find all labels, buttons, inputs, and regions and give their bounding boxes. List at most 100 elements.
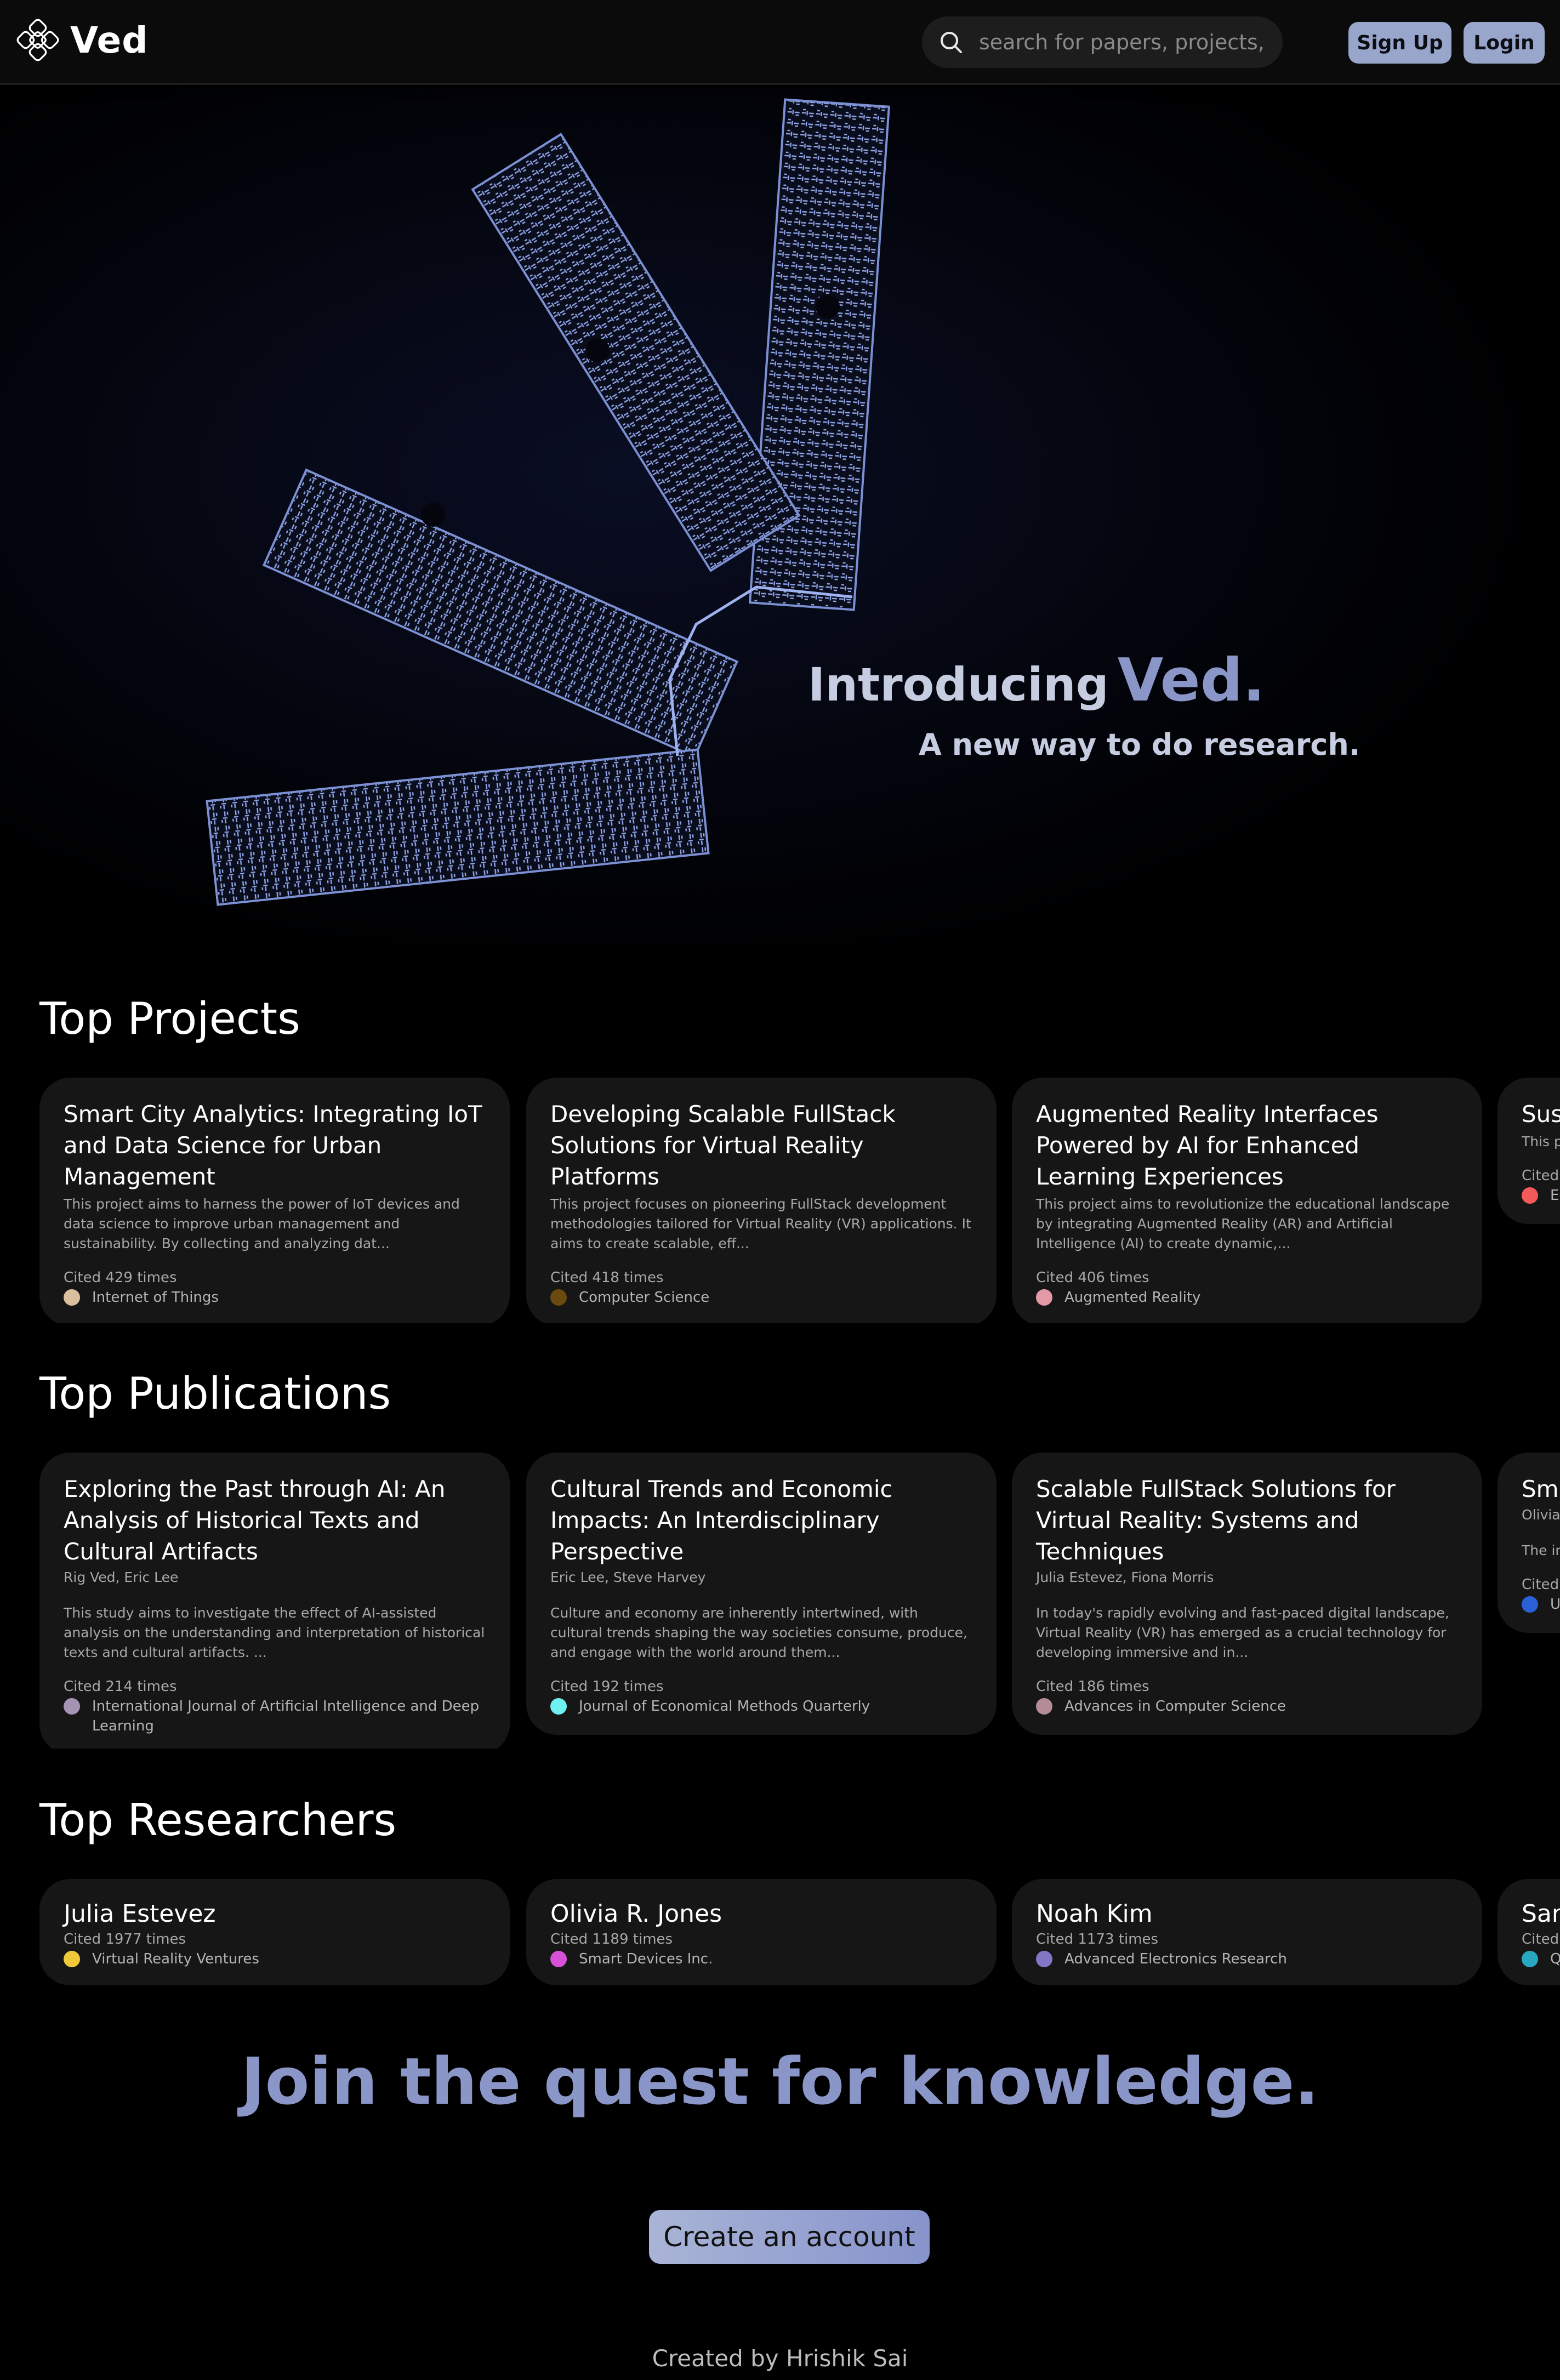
researcher-name: Julia Estevez [64, 1900, 216, 1928]
search-input[interactable] [979, 30, 1264, 54]
publication-card[interactable]: Sma Pow Sus Olivia The in use of wealth … [1498, 1453, 1560, 1633]
publications-carousel[interactable]: Exploring the Past through AI: An Analys… [39, 1453, 1560, 1749]
topic-label: Augmented Reality [1064, 1289, 1201, 1306]
publication-journal: International Journal of Artificial Inte… [64, 1696, 486, 1736]
hero-section: Introducing Ved. A new way to do research… [0, 87, 1560, 942]
topic-color-dot [64, 1289, 80, 1306]
researcher-citations: Cited 1189 times [550, 1931, 673, 1948]
project-citations: Cited [1522, 1168, 1559, 1184]
project-card[interactable]: Smart City Analytics: Integrating IoT an… [39, 1078, 510, 1323]
publication-title: Exploring the Past through AI: An Analys… [64, 1476, 446, 1565]
topic-label: Ec [1550, 1187, 1560, 1204]
project-title: Smart City Analytics: Integrating IoT an… [64, 1101, 482, 1190]
topic-color-dot [1036, 1289, 1052, 1306]
publication-citations: Cited 186 times [1036, 1678, 1149, 1695]
affiliation-color-dot [1036, 1951, 1052, 1967]
publication-title: Sma Pow Sus [1522, 1476, 1560, 1502]
topic-color-dot [550, 1289, 567, 1306]
brand-name: Ved [70, 19, 149, 61]
sign-up-button[interactable]: Sign Up [1348, 22, 1451, 64]
affiliation-color-dot [64, 1951, 80, 1967]
publication-abstract: The in use of wealth [1522, 1542, 1560, 1558]
affiliation-color-dot [550, 1951, 567, 1967]
researcher-card[interactable]: Noah Kim Cited 1173 times Advanced Elect… [1012, 1879, 1482, 1985]
hero-subtitle: A new way to do research. [919, 727, 1360, 762]
project-topic: Ec [1522, 1186, 1560, 1205]
project-card[interactable]: Developing Scalable FullStack Solutions … [526, 1078, 997, 1323]
top-projects-heading: Top Projects [39, 993, 300, 1044]
publication-authors: Eric Lee, Steve Harvey [550, 1569, 706, 1585]
researcher-citations: Cited 1977 times [64, 1931, 186, 1948]
publication-authors: Rig Ved, Eric Lee [64, 1569, 179, 1585]
researcher-affiliation: Advanced Electronics Research [1036, 1949, 1458, 1969]
projects-carousel[interactable]: Smart City Analytics: Integrating IoT an… [39, 1078, 1560, 1323]
publication-abstract: This study aims to investigate the effec… [64, 1605, 485, 1660]
affiliation-label: Smart Devices Inc. [579, 1951, 713, 1967]
project-description: This project aims to revolutionize the e… [1036, 1196, 1450, 1251]
publication-authors: Julia Estevez, Fiona Morris [1036, 1569, 1214, 1585]
affiliation-label: Q [1550, 1951, 1560, 1967]
search-bar[interactable] [922, 16, 1283, 68]
journal-label: Journal of Economical Methods Quarterly [579, 1698, 870, 1715]
researcher-affiliation: Virtual Reality Ventures [64, 1949, 486, 1969]
project-title: Sus Eme [1522, 1101, 1560, 1128]
hero-intro-text: Introducing [808, 658, 1109, 711]
project-description: This project focuses on pioneering FullS… [550, 1196, 971, 1251]
publication-citations: Cited 214 times [64, 1678, 177, 1695]
publication-citations: Cited 192 times [550, 1678, 664, 1695]
project-title: Developing Scalable FullStack Solutions … [550, 1101, 896, 1190]
journal-label: U [1550, 1596, 1560, 1613]
search-icon [941, 32, 962, 53]
project-card[interactable]: Sus Eme This p that c emerg Cited Ec [1498, 1078, 1560, 1224]
project-citations: Cited 406 times [1036, 1269, 1149, 1286]
footer-credit: Created by Hrishik Sai [652, 2345, 908, 2372]
journal-label: International Journal of Artificial Inte… [92, 1698, 480, 1734]
project-citations: Cited 418 times [550, 1269, 664, 1286]
researcher-name: Noah Kim [1036, 1900, 1153, 1928]
researcher-name: San [1522, 1900, 1560, 1928]
publication-title: Cultural Trends and Economic Impacts: An… [550, 1476, 893, 1565]
journal-color-dot [1522, 1596, 1538, 1613]
knot-logo-icon [16, 19, 59, 61]
researcher-citations: Cited [1522, 1931, 1559, 1948]
researcher-card[interactable]: San Cited Q [1498, 1879, 1560, 1985]
publication-authors: Olivia [1522, 1507, 1560, 1523]
publication-journal: Journal of Economical Methods Quarterly [550, 1696, 972, 1716]
affiliation-label: Advanced Electronics Research [1064, 1951, 1287, 1967]
researcher-card[interactable]: Olivia R. Jones Cited 1189 times Smart D… [526, 1879, 997, 1985]
topic-color-dot [1522, 1187, 1538, 1204]
project-description: This p that c emerg [1522, 1134, 1560, 1149]
affiliation-color-dot [1522, 1951, 1538, 1967]
project-topic: Internet of Things [64, 1288, 486, 1307]
publication-citations: Cited [1522, 1576, 1559, 1593]
topic-label: Computer Science [579, 1289, 710, 1306]
project-description: This project aims to harness the power o… [64, 1196, 460, 1251]
project-topic: Computer Science [550, 1288, 972, 1307]
publication-card[interactable]: Cultural Trends and Economic Impacts: An… [526, 1453, 997, 1735]
publication-journal: Advances in Computer Science [1036, 1696, 1458, 1716]
researcher-card[interactable]: Julia Estevez Cited 1977 times Virtual R… [39, 1879, 510, 1985]
publication-card[interactable]: Scalable FullStack Solutions for Virtual… [1012, 1453, 1482, 1735]
project-citations: Cited 429 times [64, 1269, 177, 1286]
project-card[interactable]: Augmented Reality Interfaces Powered by … [1012, 1078, 1482, 1323]
publication-card[interactable]: Exploring the Past through AI: An Analys… [39, 1453, 510, 1749]
researcher-affiliation: Smart Devices Inc. [550, 1949, 972, 1969]
hero-manuscript-illustration [0, 87, 1560, 942]
journal-color-dot [64, 1698, 80, 1715]
publication-abstract: In today's rapidly evolving and fast-pac… [1036, 1605, 1449, 1660]
affiliation-label: Virtual Reality Ventures [92, 1951, 259, 1967]
hero-headline: Introducing Ved. [808, 646, 1265, 715]
journal-color-dot [1036, 1698, 1052, 1715]
publication-title: Scalable FullStack Solutions for Virtual… [1036, 1476, 1396, 1565]
project-title: Augmented Reality Interfaces Powered by … [1036, 1101, 1379, 1190]
login-button[interactable]: Login [1464, 22, 1545, 64]
researcher-name: Olivia R. Jones [550, 1900, 722, 1928]
researchers-carousel[interactable]: Julia Estevez Cited 1977 times Virtual R… [39, 1879, 1560, 1990]
brand-logo[interactable]: Ved [15, 18, 148, 62]
researcher-citations: Cited 1173 times [1036, 1931, 1159, 1948]
hero-brand-text: Ved. [1117, 646, 1266, 715]
publication-abstract: Culture and economy are inherently inter… [550, 1605, 967, 1660]
journal-label: Advances in Computer Science [1064, 1698, 1286, 1715]
top-nav: Ved Sign Up Login [0, 0, 1560, 85]
create-account-button[interactable]: Create an account [649, 2210, 930, 2264]
